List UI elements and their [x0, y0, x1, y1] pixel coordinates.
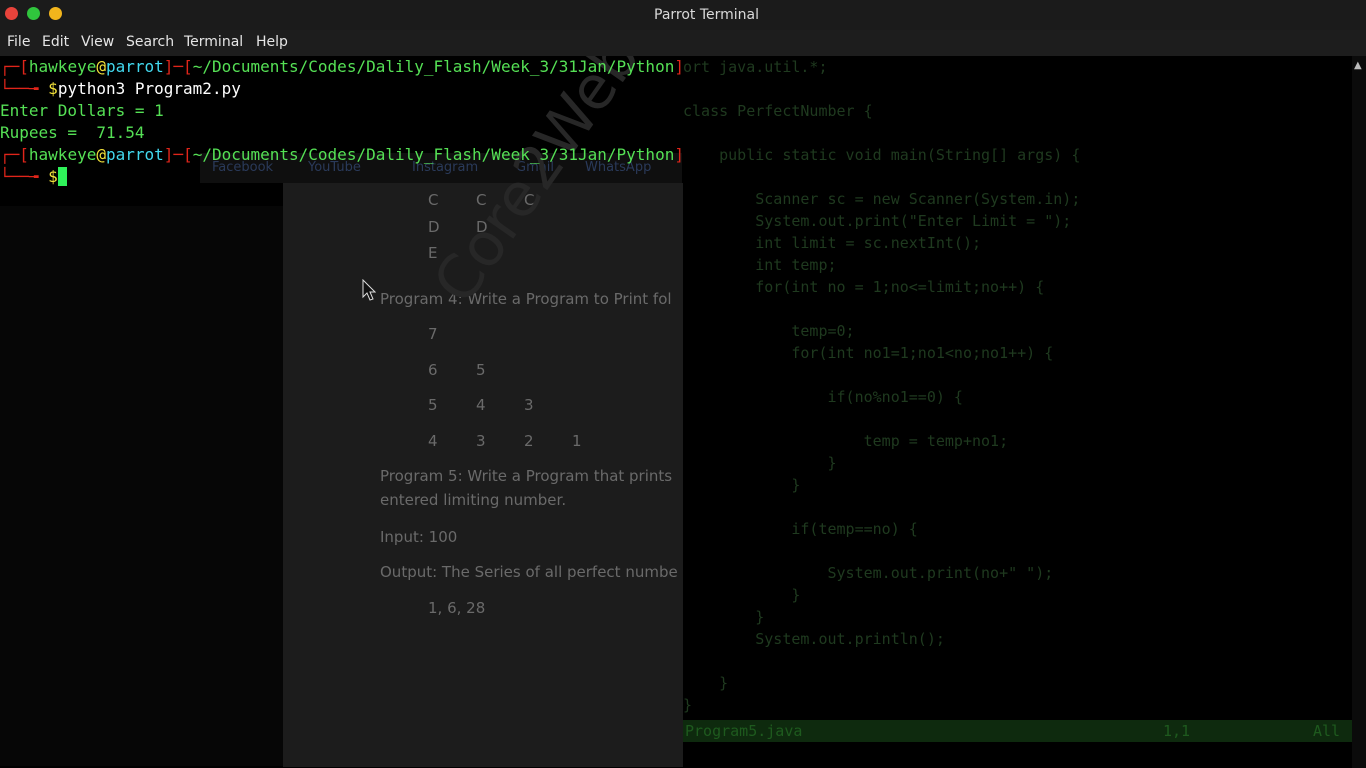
output-line-2: Rupees = 71.54 [0, 123, 145, 142]
code-line: System.out.print(no+" "); [683, 564, 1054, 582]
code-line: ort java.util.*; [683, 58, 828, 76]
text-cursor [57, 167, 67, 186]
code-line: if(no%no1==0) { [683, 388, 963, 406]
mouse-pointer-icon [362, 279, 376, 301]
code-line: } [683, 674, 729, 692]
window-title: Parrot Terminal [654, 7, 760, 23]
background-code: ort java.util.*; class PerfectNumber { pu… [683, 56, 1352, 726]
code-line: temp=0; [683, 322, 855, 340]
code-line: for(int no1=1;no1<no;no1++) { [683, 344, 1054, 362]
prompt-line-2: ┌─[hawkeye@parrot]─[~/Documents/Codes/Da… [0, 145, 684, 164]
code-line: } [683, 476, 801, 494]
code-line: Scanner sc = new Scanner(System.in); [683, 190, 1081, 208]
code-line: } [683, 696, 693, 714]
code-line: System.out.println(); [683, 630, 945, 648]
scroll-up-icon[interactable]: ▲ [1354, 60, 1362, 71]
output-line-1: Enter Dollars = 1 [0, 101, 164, 120]
code-line: for(int no = 1;no<=limit;no++) { [683, 278, 1045, 296]
vim-filename: Program5.java [685, 722, 803, 740]
code-line: public static void main(String[] args) { [683, 146, 1081, 164]
code-line: int temp; [683, 256, 837, 274]
menu-help[interactable]: Help [256, 34, 288, 50]
menu-bar: File Edit View Search Terminal Help [0, 30, 1366, 56]
code-line: if(temp==no) { [683, 520, 918, 538]
menu-edit[interactable]: Edit [42, 34, 69, 50]
code-line: class PerfectNumber { [683, 102, 873, 120]
vim-position: 1,1 [1163, 722, 1191, 740]
title-bar: Parrot Terminal [0, 0, 1366, 30]
code-line: System.out.print("Enter Limit = "); [683, 212, 1072, 230]
menu-terminal[interactable]: Terminal [184, 34, 243, 50]
code-line: temp = temp+no1; [683, 432, 1009, 450]
vim-statusline: Program5.java 1,1 All [683, 720, 1352, 742]
scrollbar[interactable]: ▲ [1352, 56, 1366, 768]
code-line: } [683, 586, 801, 604]
menu-file[interactable]: File [7, 34, 30, 50]
background-sidebar [0, 206, 283, 766]
code-line: } [683, 454, 837, 472]
command-line: └──╼ $python3 Program2.py [0, 79, 241, 98]
vim-scroll: All [1313, 722, 1341, 740]
menu-view[interactable]: View [81, 34, 114, 50]
menu-search[interactable]: Search [126, 34, 174, 50]
code-line: } [683, 608, 765, 626]
active-prompt[interactable]: └──╼ $ [0, 166, 67, 188]
code-line: int limit = sc.nextInt(); [683, 234, 982, 252]
prompt-line-1: ┌─[hawkeye@parrot]─[~/Documents/Codes/Da… [0, 57, 684, 76]
